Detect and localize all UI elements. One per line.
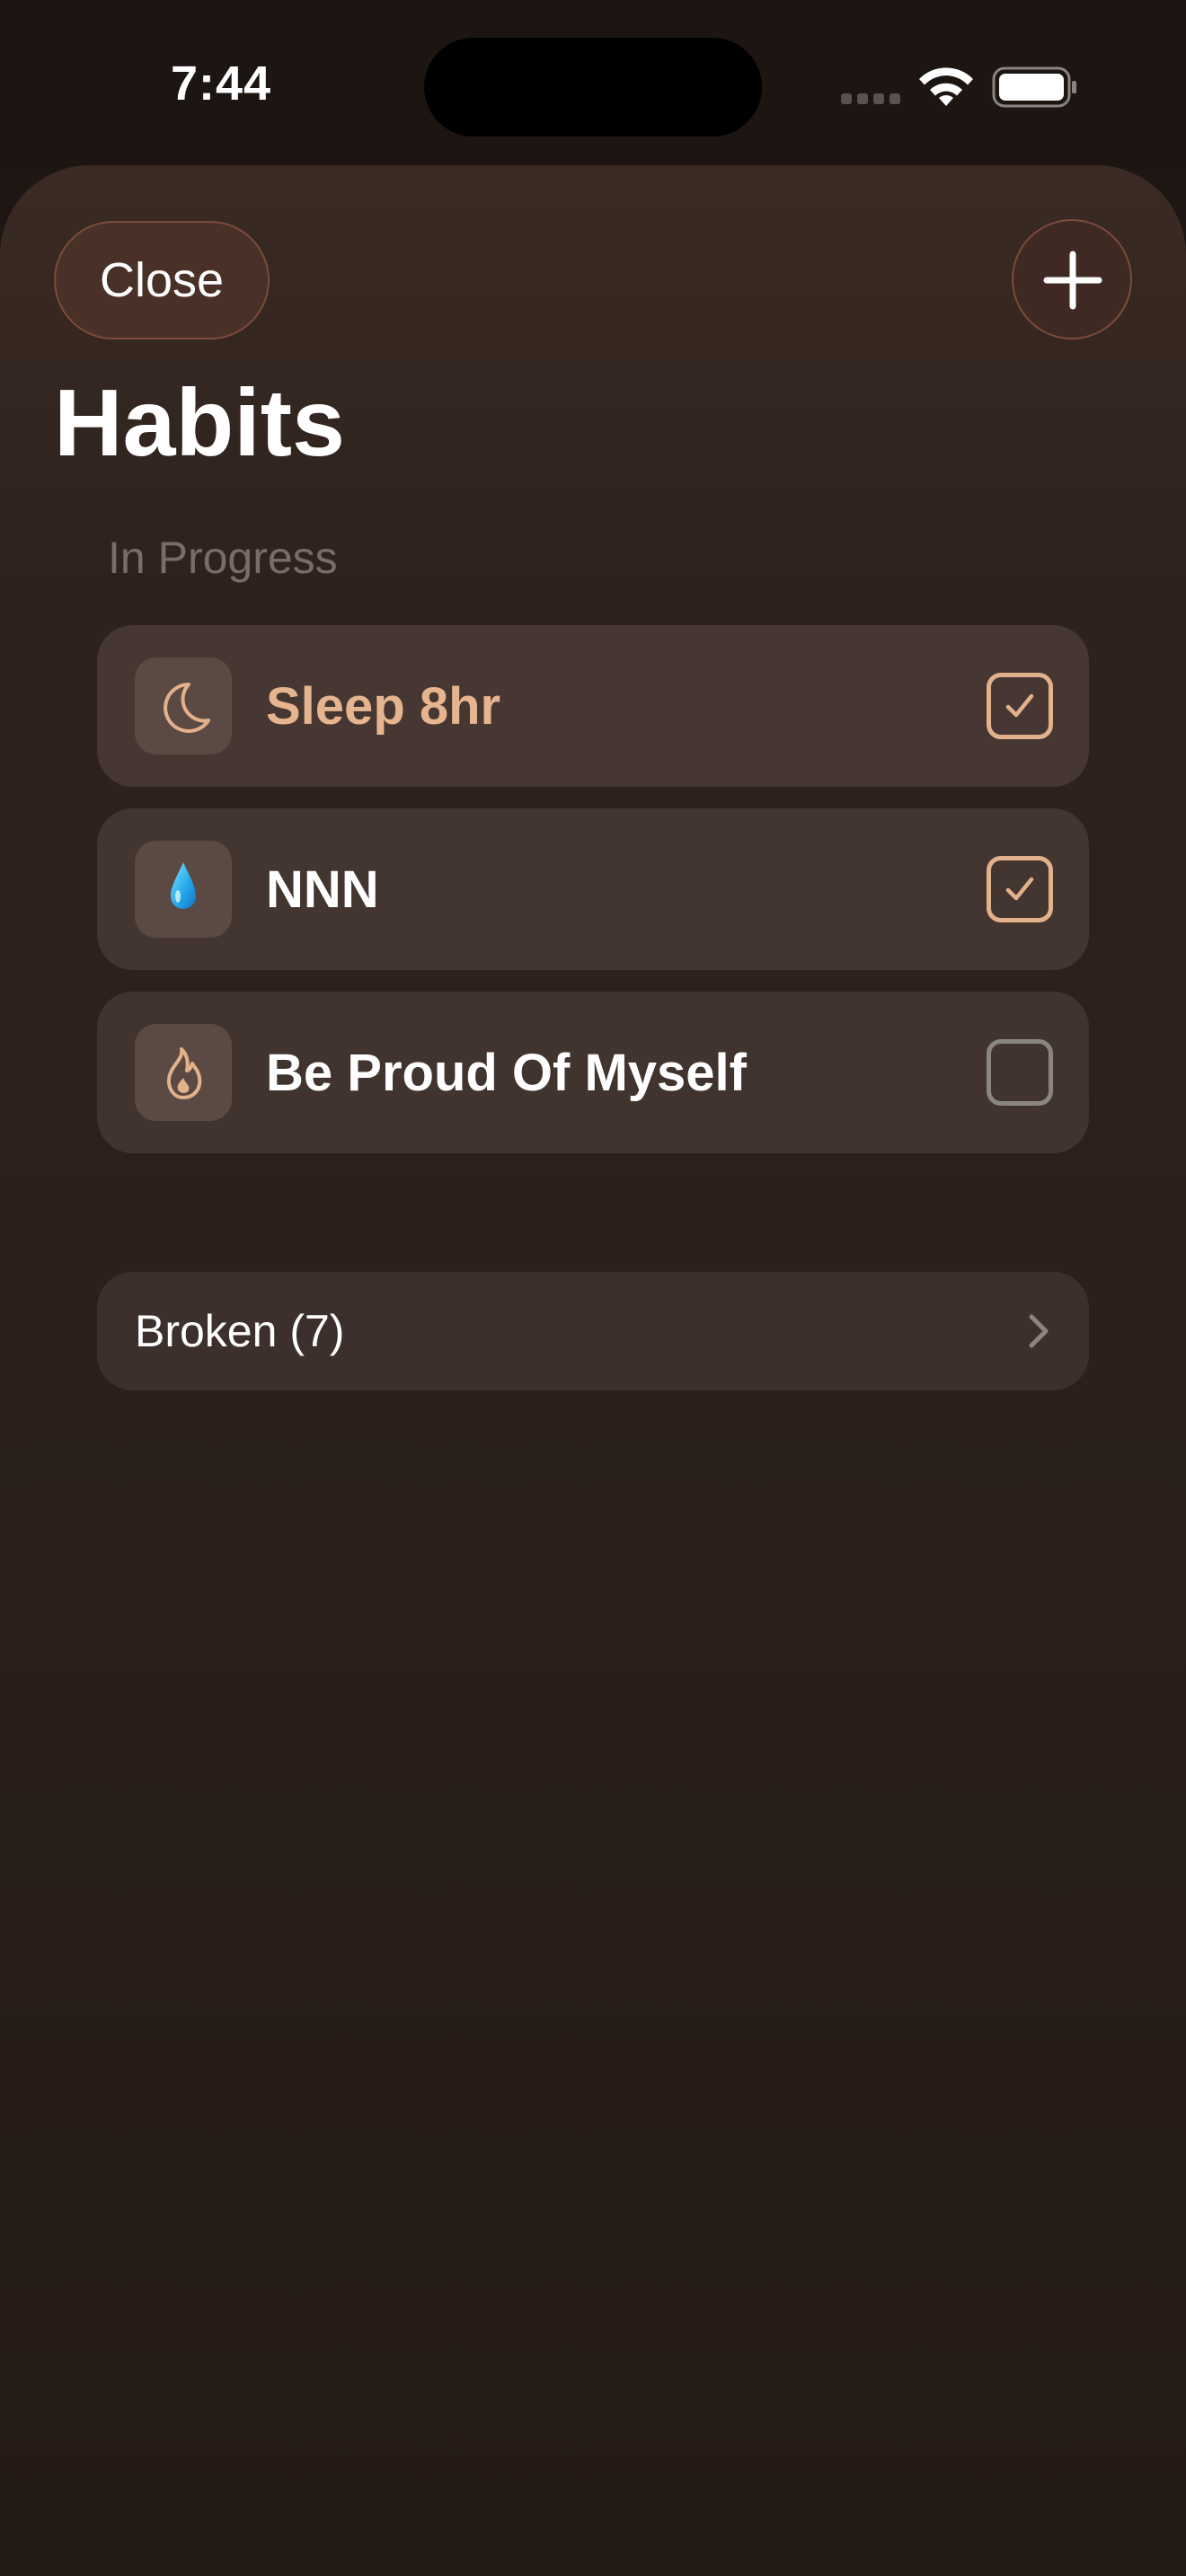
habit-name: NNN [266,860,379,919]
status-time: 7:44 [171,57,272,110]
habit-icon-container [135,657,232,754]
habit-row[interactable]: Sleep 8hr [97,625,1089,787]
habit-icon-container [135,1024,232,1121]
water-drop-icon [171,862,196,909]
habit-name: Sleep 8hr [266,676,501,736]
flame-icon [166,1047,202,1099]
habit-row[interactable]: Be Proud Of Myself [97,992,1089,1153]
close-button[interactable]: Close [54,221,270,340]
status-bar: 7:44 [0,0,1186,171]
habit-checkbox[interactable] [987,673,1053,739]
page-title: Habits [54,370,345,476]
cellular-signal-icon [841,93,900,104]
checkmark-icon [1005,693,1034,718]
habit-checkbox[interactable] [987,1039,1053,1106]
broken-habits-label: Broken (7) [135,1306,345,1356]
broken-habits-row[interactable]: Broken (7) [97,1272,1089,1390]
section-header-in-progress: In Progress [108,533,338,583]
habit-name: Be Proud Of Myself [266,1043,747,1102]
checkmark-icon [1005,877,1034,901]
add-habit-button[interactable] [1012,219,1132,340]
habit-checkbox[interactable] [987,856,1053,922]
wifi-icon [919,67,973,106]
moon-icon [164,683,210,733]
habit-row[interactable]: NNN [97,808,1089,970]
plus-icon [1043,251,1102,310]
habit-icon-container [135,841,232,938]
chevron-right-icon [1029,1314,1049,1348]
battery-icon [992,66,1076,108]
dynamic-island [424,38,762,137]
